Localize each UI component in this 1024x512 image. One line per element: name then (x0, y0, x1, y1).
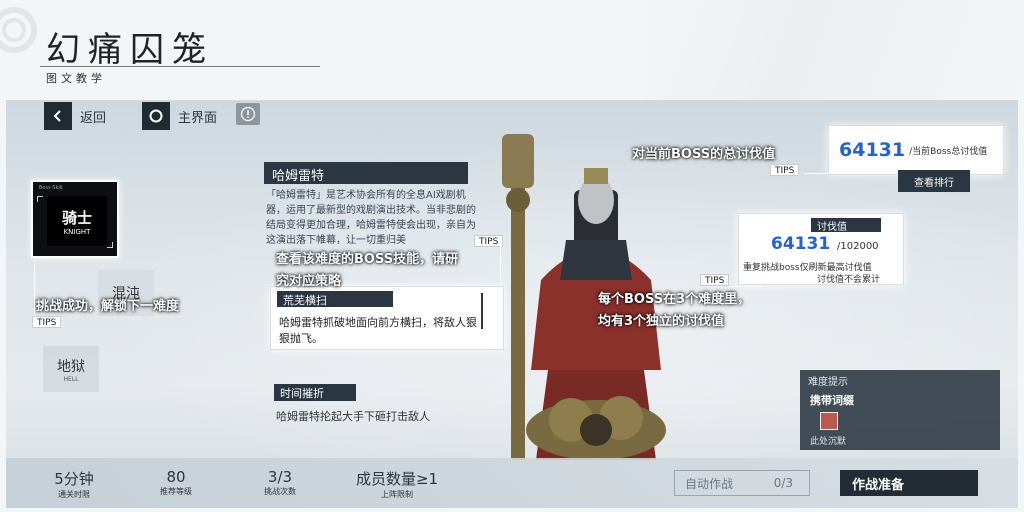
back-arrow-icon (44, 102, 72, 130)
annotation-unlock: 挑战成功，解锁下一难度 (36, 299, 180, 314)
total-score-value: 64131 (839, 139, 906, 161)
stat-attempts: 3/3 挑战次数 (240, 468, 320, 497)
boss-name: 哈姆雷特 (264, 162, 468, 184)
difficulty-knight[interactable]: Boss Skill 骑士 KNIGHT (31, 180, 119, 258)
score-max: /102000 (837, 241, 879, 252)
difficulty-tag: Boss Skill (39, 185, 63, 191)
difficulty-hell-en: HELL (63, 375, 79, 383)
stat-team-limit: 成员数量≥1 上阵限制 (342, 468, 452, 500)
hint-header: 难度提示 (808, 377, 848, 388)
guide-line (34, 260, 35, 316)
back-button[interactable]: 返回 (44, 102, 106, 130)
main-menu-button[interactable]: 主界面 (142, 102, 217, 130)
stat-value: 5分钟 (54, 470, 94, 488)
score-title: 讨伐值 (811, 218, 881, 233)
auto-battle-label: 自动作战 (685, 476, 734, 491)
annotation-total-score: 对当前BOSS的总讨伐值 (632, 147, 776, 162)
page-subtitle: 图文教学 (46, 72, 106, 85)
affix-icon[interactable] (820, 412, 838, 430)
skill2-description: 哈姆雷特抡起大手下砸打击敌人 (276, 410, 430, 423)
score-note-2: 讨伐值不会累计 (817, 275, 881, 285)
annotation-score-line2: 均有3个独立的讨伐值 (598, 314, 725, 329)
difficulty-hint-panel: 难度提示 携带词缀 此处沉默 (800, 370, 1000, 450)
tips-tag: TIPS (32, 316, 62, 328)
score-value: 64131 (771, 234, 831, 254)
stat-value: 80 (166, 468, 186, 486)
home-circle-icon (142, 102, 170, 130)
stat-label: 挑战次数 (264, 487, 296, 496)
auto-battle-count: 0/3 (773, 476, 793, 490)
main-menu-label: 主界面 (178, 110, 218, 126)
tips-tag: TIPS (770, 164, 800, 176)
annotation-skill-line2: 究对应策略 (276, 274, 342, 289)
stat-level: 80 推荐等级 (136, 468, 216, 497)
header-decoration (644, 0, 1024, 100)
auto-battle-toggle[interactable]: 自动作战 0/3 (674, 470, 810, 496)
info-button[interactable] (236, 103, 260, 125)
stat-label: 通关时限 (58, 490, 90, 499)
annotation-score-line1: 每个BOSS在3个难度里， (598, 292, 751, 307)
tips-tag: TIPS (474, 235, 504, 247)
stat-value: 3/3 (267, 468, 293, 486)
hint-affix-name: 此处沉默 (810, 437, 847, 447)
difficulty-hell[interactable]: 地狱 HELL (43, 346, 99, 392)
difficulty-knight-en: KNIGHT (63, 227, 91, 236)
total-score-label: /当前Boss总讨伐值 (909, 146, 988, 157)
exclaim-icon (240, 106, 256, 122)
stat-label: 上阵限制 (381, 490, 413, 499)
header-divider (40, 66, 320, 67)
guide-line (804, 173, 830, 174)
ranking-button[interactable]: 查看排行 (898, 170, 970, 192)
back-label: 返回 (80, 110, 107, 126)
difficulty-score-box: 讨伐值 64131 /102000 重复挑战boss仅刷新最高讨伐值 讨伐值不会… (738, 213, 904, 285)
guide-line (732, 286, 762, 287)
total-score-box: 64131 /当前Boss总讨伐值 (828, 125, 1004, 175)
battle-prepare-button[interactable]: 作战准备 (840, 470, 978, 496)
difficulty-knight-label: 骑士 (61, 208, 92, 227)
skill-title: 荒芜横扫 (277, 291, 393, 307)
annotation-skill-line1: 查看该难度的BOSS技能，请研 (276, 252, 459, 267)
stat-label: 推荐等级 (160, 487, 192, 496)
hint-affix: 携带词缀 (810, 394, 854, 407)
difficulty-hell-label: 地狱 (57, 358, 85, 375)
tips-tag: TIPS (700, 274, 730, 286)
stat-value: 成员数量≥1 (355, 470, 439, 488)
stat-time-limit: 5分钟 通关时限 (34, 468, 114, 500)
bottom-bar: 5分钟 通关时限 80 推荐等级 3/3 挑战次数 成员数量≥1 上阵限制 自动… (6, 458, 1018, 508)
skill2-title: 时间摧折 (274, 384, 356, 401)
guide-line (500, 245, 501, 285)
page-title: 幻痛囚笼 (46, 30, 214, 70)
